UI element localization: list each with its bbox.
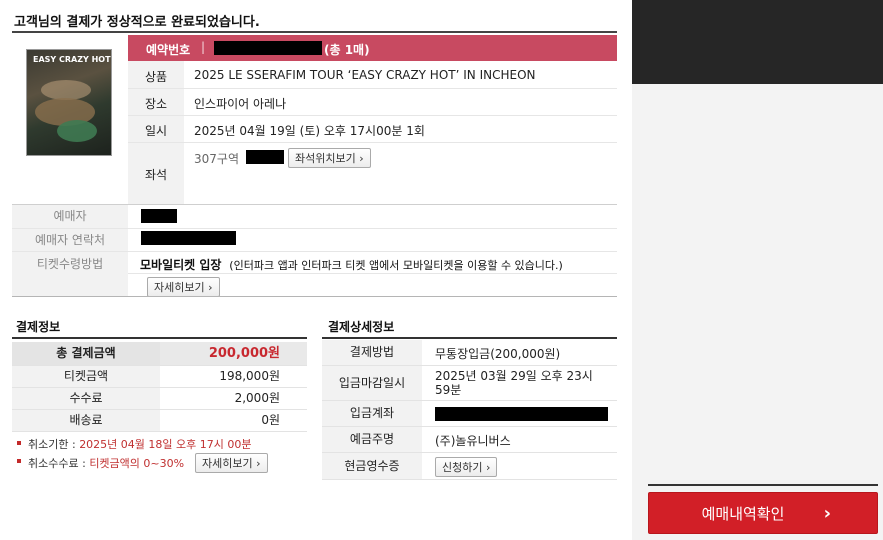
poster-shape <box>41 80 91 100</box>
venue-row: 장소 인스파이어 아레나 <box>128 89 617 116</box>
delivery-value: 0원 <box>261 413 280 427</box>
cash-receipt-apply-button[interactable]: 신청하기 › <box>435 457 498 477</box>
reservation-separator: | <box>201 40 206 54</box>
payment-delivery-row: 배송료 0원 <box>12 410 307 432</box>
datetime-row: 일시 2025년 04월 19일 (토) 오후 17시00분 1회 <box>128 116 617 143</box>
fee-label: 수수료 <box>12 388 160 409</box>
chevron-right-icon: › <box>823 503 831 524</box>
seat-value: 307구역 <box>194 152 239 166</box>
receive-method-main: 모바일티켓 입장 <box>140 258 222 272</box>
seat-row: 좌석 307구역 좌석위치보기 › <box>128 143 617 204</box>
completion-headline: 고객님의 결제가 정상적으로 완료되었습니다. <box>14 15 260 30</box>
seat-label: 좌석 <box>144 168 168 182</box>
datetime-value: 2025년 04월 19일 (토) 오후 17시00분 1회 <box>194 124 425 138</box>
ticket-count: (총 1매) <box>324 43 370 57</box>
sidebar-header-block <box>632 0 883 84</box>
payment-detail-divider <box>322 337 617 339</box>
deposit-deadline-row: 입금마감일시 2025년 03월 29일 오후 23시 59분 <box>322 366 617 401</box>
receive-method-value: 모바일티켓 입장 (인터파크 앱과 인터파크 티켓 앱에서 모바일티켓을 이용할… <box>140 256 563 273</box>
delivery-label: 배송료 <box>12 410 160 431</box>
sidebar-divider <box>648 484 878 486</box>
cancel-fee-label: 취소수수료 : <box>28 457 86 470</box>
ticket-price-label: 티켓금액 <box>12 366 160 387</box>
deposit-deadline-value: 2025년 03월 29일 오후 23시 59분 <box>435 369 593 397</box>
seat-location-button[interactable]: 좌석위치보기 › <box>288 148 371 168</box>
right-sidebar: 예매내역확인 › <box>632 0 883 540</box>
divider <box>128 273 617 274</box>
deposit-deadline-line1: 2025년 03월 29일 오후 23시 <box>435 369 593 383</box>
cancel-deadline-value: 2025년 04월 18일 오후 17시 00분 <box>79 438 252 451</box>
cancel-fee-detail-button[interactable]: 자세히보기 › <box>195 453 268 473</box>
payment-method-value: 무통장입금(200,000원) <box>435 347 561 361</box>
cash-receipt-label: 현금영수증 <box>322 453 422 479</box>
deposit-deadline-line2: 59분 <box>435 383 462 397</box>
bullet-icon <box>17 459 21 463</box>
redacted-seat <box>246 150 284 164</box>
payment-total-label: 총 결제금액 <box>12 342 160 365</box>
buyer-contact-label: 예매자 연락처 <box>12 229 128 251</box>
reservation-number-label: 예약번호 <box>146 43 191 57</box>
redacted-account-number <box>435 407 608 421</box>
cancel-fee-value: 티켓금액의 0~30% <box>89 457 185 470</box>
depositor-label: 예금주명 <box>322 427 422 452</box>
redacted-reservation-number <box>214 41 322 55</box>
redacted-buyer-name <box>141 209 177 223</box>
receive-method-label: 티켓수령방법 <box>12 252 128 296</box>
datetime-label: 일시 <box>144 124 168 138</box>
view-booking-history-button[interactable]: 예매내역확인 › <box>648 492 878 534</box>
depositor-row: 예금주명 (주)놀유니버스 <box>322 427 617 453</box>
cash-receipt-row: 현금영수증 신청하기 › <box>322 453 617 480</box>
deposit-account-label: 입금계좌 <box>322 401 422 426</box>
product-value: 2025 LE SSERAFIM TOUR ‘EASY CRAZY HOT’ I… <box>194 68 536 82</box>
payment-detail-title: 결제상세정보 <box>328 320 395 334</box>
product-label: 상품 <box>144 70 168 84</box>
headline-divider <box>12 31 617 33</box>
payment-info-title: 결제정보 <box>16 320 61 334</box>
divider <box>12 296 617 297</box>
redacted-buyer-contact <box>141 231 236 245</box>
receive-method-note: (인터파크 앱과 인터파크 티켓 앱에서 모바일티켓을 이용할 수 있습니다.) <box>229 259 563 272</box>
venue-value: 인스파이어 아레나 <box>194 97 287 111</box>
cancel-deadline-note: 취소기한 : 2025년 04월 18일 오후 17시 00분 <box>28 436 252 452</box>
buyer-label: 예매자 <box>12 205 128 228</box>
main-content: 고객님의 결제가 정상적으로 완료되었습니다. EASY CRAZY HOT 예… <box>0 0 632 540</box>
poster-shape <box>57 120 97 142</box>
venue-label: 장소 <box>144 97 168 111</box>
payment-method-row: 결제방법 무통장입금(200,000원) <box>322 340 617 366</box>
payment-ticket-row: 티켓금액 198,000원 <box>12 366 307 388</box>
payment-total-value: 200,000원 <box>208 346 280 361</box>
payment-method-label: 결제방법 <box>322 340 422 365</box>
deposit-deadline-label: 입금마감일시 <box>322 366 422 400</box>
cancel-fee-note: 취소수수료 : 티켓금액의 0~30% <box>28 455 184 471</box>
view-booking-history-label: 예매내역확인 <box>701 504 785 523</box>
cancel-deadline-label: 취소기한 : <box>28 438 76 451</box>
poster-title: EASY CRAZY HOT <box>33 55 111 64</box>
fee-value: 2,000원 <box>234 391 280 405</box>
receive-detail-button[interactable]: 자세히보기 › <box>147 277 220 297</box>
depositor-value: (주)놀유니버스 <box>435 434 511 448</box>
deposit-account-row: 입금계좌 <box>322 401 617 427</box>
payment-info-divider <box>12 337 307 339</box>
payment-fee-row: 수수료 2,000원 <box>12 388 307 410</box>
payment-total-row: 총 결제금액 200,000원 <box>12 342 307 366</box>
ticket-price-value: 198,000원 <box>219 369 280 383</box>
product-row: 상품 2025 LE SSERAFIM TOUR ‘EASY CRAZY HOT… <box>128 61 617 89</box>
reservation-number-bar: 예약번호 | (총 1매) <box>128 35 617 61</box>
event-poster-image: EASY CRAZY HOT <box>26 49 112 156</box>
bullet-icon <box>17 441 21 445</box>
